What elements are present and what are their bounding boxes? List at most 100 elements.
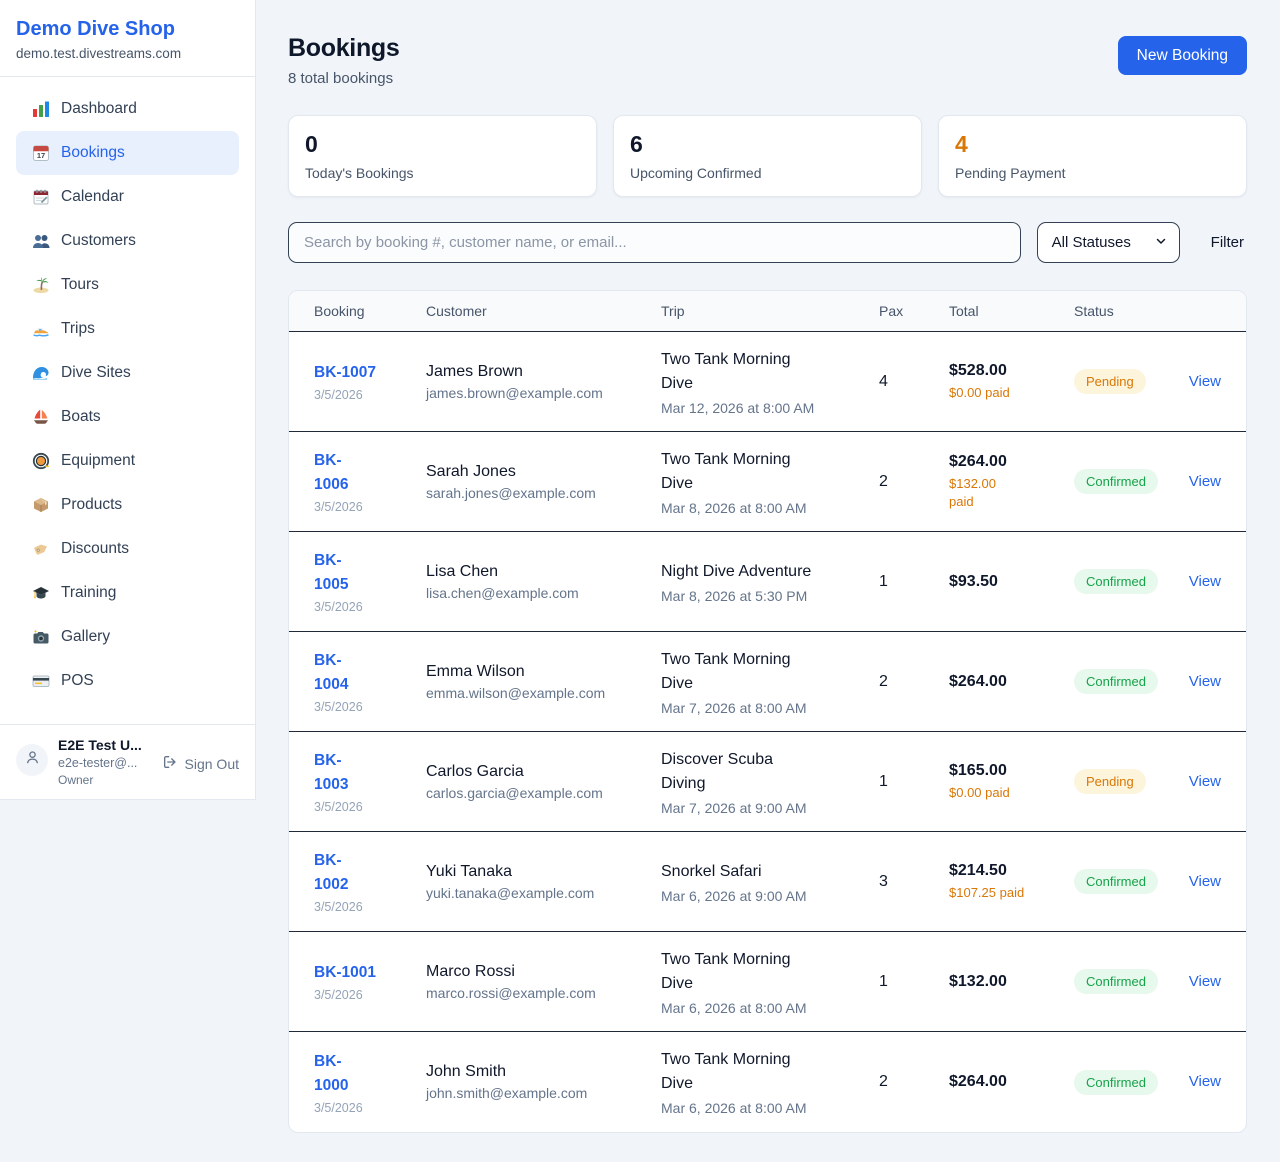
total-cell: $93.50 (949, 573, 1074, 591)
trip-cell: Discover Scuba DivingMar 7, 2026 at 9:00… (661, 748, 879, 816)
sidebar-item-equipment[interactable]: Equipment (16, 439, 239, 483)
new-booking-button[interactable]: New Booking (1118, 36, 1247, 75)
view-link[interactable]: View (1189, 873, 1221, 890)
trip-datetime: Mar 7, 2026 at 9:00 AM (661, 800, 869, 816)
sidebar-item-dashboard[interactable]: Dashboard (16, 87, 239, 131)
view-link[interactable]: View (1189, 773, 1221, 790)
booking-row-BK-1000: BK- 10003/5/2026John Smithjohn.smith@exa… (289, 1032, 1246, 1132)
filter-button[interactable]: Filter (1211, 234, 1244, 251)
dive-mask-icon (32, 452, 50, 470)
sidebar-nav: Dashboard 17Bookings Calendar CustomersTour… (0, 77, 255, 724)
status-badge: Pending (1074, 369, 1146, 394)
sidebar-item-discounts[interactable]: Discounts (16, 527, 239, 571)
total-cell: $264.00 (949, 1073, 1074, 1091)
trip-datetime: Mar 6, 2026 at 9:00 AM (661, 888, 869, 904)
booking-link[interactable]: BK-1007 (314, 361, 376, 385)
bookings-table: BookingCustomerTripPaxTotalStatus BK-100… (288, 290, 1247, 1133)
pax-cell: 2 (879, 1073, 949, 1091)
customer-name: Marco Rossi (426, 963, 651, 981)
pax-cell: 3 (879, 873, 949, 891)
customer-email: sarah.jones@example.com (426, 485, 651, 501)
total-amount: $264.00 (949, 673, 1064, 691)
booking-link[interactable]: BK- 1005 (314, 549, 348, 597)
sidebar-item-label: Products (61, 496, 122, 514)
bar-chart-icon (32, 100, 50, 118)
view-link[interactable]: View (1189, 973, 1221, 990)
booking-link[interactable]: BK- 1004 (314, 649, 348, 697)
sidebar-item-label: Trips (61, 320, 95, 338)
stat-label: Upcoming Confirmed (630, 165, 905, 181)
trip-datetime: Mar 6, 2026 at 8:00 AM (661, 1000, 869, 1016)
sidebar-item-gallery[interactable]: Gallery (16, 615, 239, 659)
sidebar-item-tours[interactable]: Tours (16, 263, 239, 307)
sidebar-item-label: Dashboard (61, 100, 137, 118)
trip-cell: Two Tank Morning DiveMar 8, 2026 at 8:00… (661, 448, 879, 516)
sidebar-item-bookings[interactable]: 17Bookings (16, 131, 239, 175)
actions-cell: View (1186, 573, 1221, 591)
sidebar-item-boats[interactable]: Boats (16, 395, 239, 439)
trip-name: Two Tank Morning Dive (661, 648, 869, 696)
trip-name: Snorkel Safari (661, 860, 869, 884)
sidebar-item-label: Gallery (61, 628, 110, 646)
booking-link[interactable]: BK- 1003 (314, 749, 348, 797)
trip-datetime: Mar 6, 2026 at 8:00 AM (661, 1100, 869, 1116)
customer-cell: James Brownjames.brown@example.com (426, 363, 661, 401)
booking-link[interactable]: BK- 1000 (314, 1050, 348, 1098)
view-link[interactable]: View (1189, 373, 1221, 390)
trip-name: Two Tank Morning Dive (661, 1048, 869, 1096)
search-input[interactable] (288, 222, 1021, 263)
booking-row-BK-1003: BK- 10033/5/2026Carlos Garciacarlos.garc… (289, 732, 1246, 832)
tag-icon (32, 540, 50, 558)
booking-row-BK-1002: BK- 10023/5/2026Yuki Tanakayuki.tanaka@e… (289, 832, 1246, 932)
trip-datetime: Mar 12, 2026 at 8:00 AM (661, 400, 869, 416)
column-header-status: Status (1074, 303, 1186, 319)
customer-cell: Yuki Tanakayuki.tanaka@example.com (426, 863, 661, 901)
chevron-down-icon (1155, 234, 1167, 251)
status-filter-select[interactable]: All Statuses (1037, 222, 1180, 263)
sidebar-item-calendar[interactable]: Calendar (16, 175, 239, 219)
svg-text:17: 17 (37, 151, 45, 160)
stats-row: 0Today's Bookings6Upcoming Confirmed4Pen… (288, 115, 1247, 197)
total-amount: $93.50 (949, 573, 1064, 591)
sign-out-label: Sign Out (185, 756, 239, 772)
booking-link[interactable]: BK- 1002 (314, 849, 348, 897)
stat-value: 4 (955, 131, 1230, 158)
view-link[interactable]: View (1189, 1073, 1221, 1090)
sidebar-item-products[interactable]: Products (16, 483, 239, 527)
status-badge: Confirmed (1074, 969, 1158, 994)
status-filter-value: All Statuses (1052, 234, 1131, 251)
sidebar-item-customers[interactable]: Customers (16, 219, 239, 263)
booking-link[interactable]: BK- 1006 (314, 449, 348, 497)
sidebar-item-dive-sites[interactable]: Dive Sites (16, 351, 239, 395)
trip-cell: Snorkel Safari Mar 6, 2026 at 9:00 AM (661, 860, 879, 904)
user-section: E2E Test U... e2e-tester@... Owner Sign … (0, 724, 255, 799)
pax-cell: 1 (879, 773, 949, 791)
sidebar-item-trips[interactable]: Trips (16, 307, 239, 351)
booking-date: 3/5/2026 (314, 700, 416, 714)
paid-amount: $107.25 paid (949, 884, 1064, 902)
view-link[interactable]: View (1189, 473, 1221, 490)
status-cell: Pending (1074, 769, 1186, 794)
booking-cell: BK-10013/5/2026 (314, 961, 426, 1002)
customer-name: Emma Wilson (426, 663, 651, 681)
booking-date: 3/5/2026 (314, 1101, 416, 1115)
total-amount: $214.50 (949, 862, 1064, 880)
stat-card-upcoming-confirmed: 6Upcoming Confirmed (613, 115, 922, 197)
booking-link[interactable]: BK-1001 (314, 961, 376, 985)
stat-label: Today's Bookings (305, 165, 580, 181)
trip-datetime: Mar 7, 2026 at 8:00 AM (661, 700, 869, 716)
pax-cell: 4 (879, 373, 949, 391)
speedboat-icon (32, 320, 50, 338)
trip-name: Two Tank Morning Dive (661, 448, 869, 496)
avatar (16, 744, 48, 776)
actions-cell: View (1186, 673, 1221, 691)
stat-card-today-s-bookings: 0Today's Bookings (288, 115, 597, 197)
view-link[interactable]: View (1189, 673, 1221, 690)
sign-out-button[interactable]: Sign Out (162, 754, 239, 773)
trip-datetime: Mar 8, 2026 at 5:30 PM (661, 588, 869, 604)
view-link[interactable]: View (1189, 573, 1221, 590)
sidebar-item-label: POS (61, 672, 94, 690)
sidebar-item-pos[interactable]: POS (16, 659, 239, 703)
sidebar-item-training[interactable]: Training (16, 571, 239, 615)
sidebar-item-label: Calendar (61, 188, 124, 206)
